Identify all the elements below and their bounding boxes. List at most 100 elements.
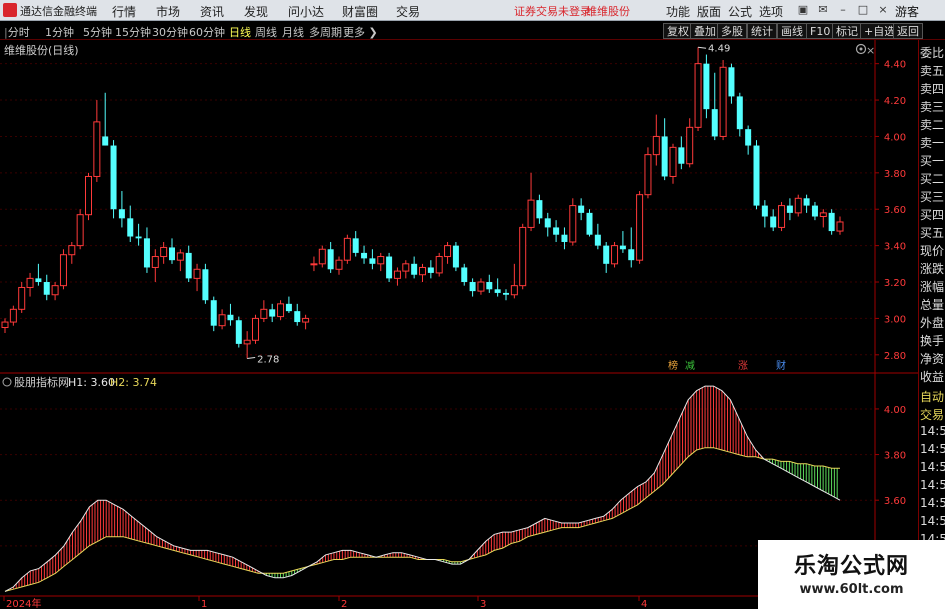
quote-label[interactable]: 现价 <box>920 242 944 259</box>
quote-label[interactable]: 卖五 <box>920 62 944 79</box>
indicator-tick-label: 4.00 <box>884 405 906 416</box>
menu-discover[interactable]: 发现 <box>244 3 268 20</box>
menu-wealth[interactable]: 财富圈 <box>342 3 378 20</box>
trade-login-status[interactable]: 证券交易未登录 <box>514 3 591 19</box>
tab-monthly[interactable]: 月线 <box>282 24 304 40</box>
menu-ask[interactable]: 问小达 <box>288 3 324 20</box>
close-icon[interactable]: × <box>876 3 890 17</box>
watermark: 乐淘公式网 www.60lt.com <box>758 540 945 609</box>
menu-options[interactable]: 选项 <box>759 3 783 20</box>
menu-market[interactable]: 行情 <box>112 3 136 20</box>
candle <box>578 198 585 221</box>
quote-label[interactable]: 净资 <box>920 350 944 367</box>
candle-body <box>686 126 694 165</box>
time-tick-label: 4 <box>641 599 647 609</box>
app-name: 通达信金融终端 <box>20 5 97 18</box>
quote-label[interactable]: 卖一 <box>920 134 944 151</box>
candle-body <box>519 226 527 287</box>
indicator-tick-label: 3.60 <box>884 496 906 507</box>
restore-rights-button[interactable]: 复权 <box>663 23 693 39</box>
candle <box>794 194 802 217</box>
candle-body <box>678 147 685 164</box>
trade-label[interactable]: 交易 <box>920 406 944 423</box>
menu-trade[interactable]: 交易 <box>396 3 420 20</box>
draw-line-button[interactable]: 画线 <box>777 23 807 39</box>
chart-area[interactable]: 2.80 3.00 3.20 3.40 3.60 3.80 4.00 4.20 4.40 4.4… <box>0 40 918 609</box>
candle-body <box>594 234 601 246</box>
quote-label[interactable]: 买二 <box>920 170 944 187</box>
candle-body <box>661 136 668 177</box>
candle <box>118 191 125 228</box>
menu-function[interactable]: 功能 <box>666 3 690 20</box>
tab-daily[interactable]: 日线 <box>229 24 251 40</box>
statistics-button[interactable]: 统计 <box>747 23 777 39</box>
multi-stock-button[interactable]: 多股 <box>717 23 747 39</box>
quote-label[interactable]: 卖四 <box>920 80 944 97</box>
tab-weekly[interactable]: 周线 <box>255 24 277 40</box>
quote-label[interactable]: 换手 <box>920 332 944 349</box>
candle <box>745 125 752 155</box>
quote-label[interactable]: 卖二 <box>920 116 944 133</box>
tab-multi-period[interactable]: 多周期 <box>309 24 342 40</box>
candle <box>68 241 76 264</box>
candle-body <box>160 246 168 258</box>
tab-more[interactable]: 更多 ❯ <box>343 24 378 40</box>
guest-label[interactable]: 游客 <box>895 3 919 20</box>
candle-body <box>786 205 793 213</box>
candle-body <box>836 221 844 232</box>
tab-60min[interactable]: 60分钟 <box>189 24 225 40</box>
candle <box>393 267 401 286</box>
menu-formula[interactable]: 公式 <box>728 3 752 20</box>
close-pane-icon[interactable]: × <box>866 44 875 57</box>
candle <box>553 220 560 242</box>
quote-label[interactable]: 买五 <box>920 224 944 241</box>
tab-1min[interactable]: 1分钟 <box>45 24 74 40</box>
candle <box>51 282 59 301</box>
candle <box>427 260 434 279</box>
quote-label[interactable]: 涨跌 <box>920 260 944 277</box>
candle-body <box>461 267 468 283</box>
quote-label[interactable]: 买一 <box>920 152 944 169</box>
candle-body <box>43 282 50 295</box>
quote-label[interactable]: 委比 <box>920 44 944 61</box>
f10-button[interactable]: F10 <box>806 23 835 39</box>
maximize-icon[interactable]: □ <box>856 3 870 17</box>
minimize-icon[interactable]: – <box>836 3 850 17</box>
candle-body <box>761 205 768 217</box>
tab-15min[interactable]: 15分钟 <box>115 24 151 40</box>
overlay-button[interactable]: 叠加 <box>690 23 720 39</box>
candle <box>169 238 175 264</box>
price-annotations: 4.49 2.78 <box>247 43 730 365</box>
menu-news[interactable]: 资讯 <box>200 3 224 20</box>
candle <box>193 263 201 292</box>
candle <box>736 92 743 137</box>
back-button[interactable]: 返回 <box>893 23 923 39</box>
quote-label[interactable]: 外盘 <box>920 314 944 331</box>
candle-body <box>628 249 635 261</box>
candle-body <box>235 320 242 344</box>
tab-30min[interactable]: 30分钟 <box>152 24 188 40</box>
quote-label[interactable]: 涨幅 <box>920 278 944 295</box>
shirt-icon[interactable]: ▣ <box>796 3 810 17</box>
quote-label[interactable]: 收益 <box>920 368 944 385</box>
quote-label[interactable]: 买四 <box>920 206 944 223</box>
candle-body <box>652 135 660 156</box>
candle-body <box>118 209 125 219</box>
candle <box>235 316 242 348</box>
quote-label[interactable]: 卖三 <box>920 98 944 115</box>
candle-body <box>611 245 619 265</box>
tab-5min[interactable]: 5分钟 <box>83 24 112 40</box>
candle <box>361 245 368 264</box>
quote-label[interactable]: 买三 <box>920 188 944 205</box>
menu-markets[interactable]: 市场 <box>156 3 180 20</box>
candle <box>761 200 768 228</box>
candle-body <box>527 199 535 228</box>
tab-timeshare[interactable]: |分时 <box>4 24 30 40</box>
menu-layout[interactable]: 版面 <box>697 3 721 20</box>
chart-settings-icon[interactable] <box>855 43 867 55</box>
mark-button[interactable]: 标记 <box>832 23 862 39</box>
candle-body <box>151 256 159 268</box>
quote-label[interactable]: 总量 <box>920 296 944 313</box>
auto-label[interactable]: 自动 <box>920 388 944 405</box>
mail-icon[interactable]: ✉ <box>816 3 830 17</box>
